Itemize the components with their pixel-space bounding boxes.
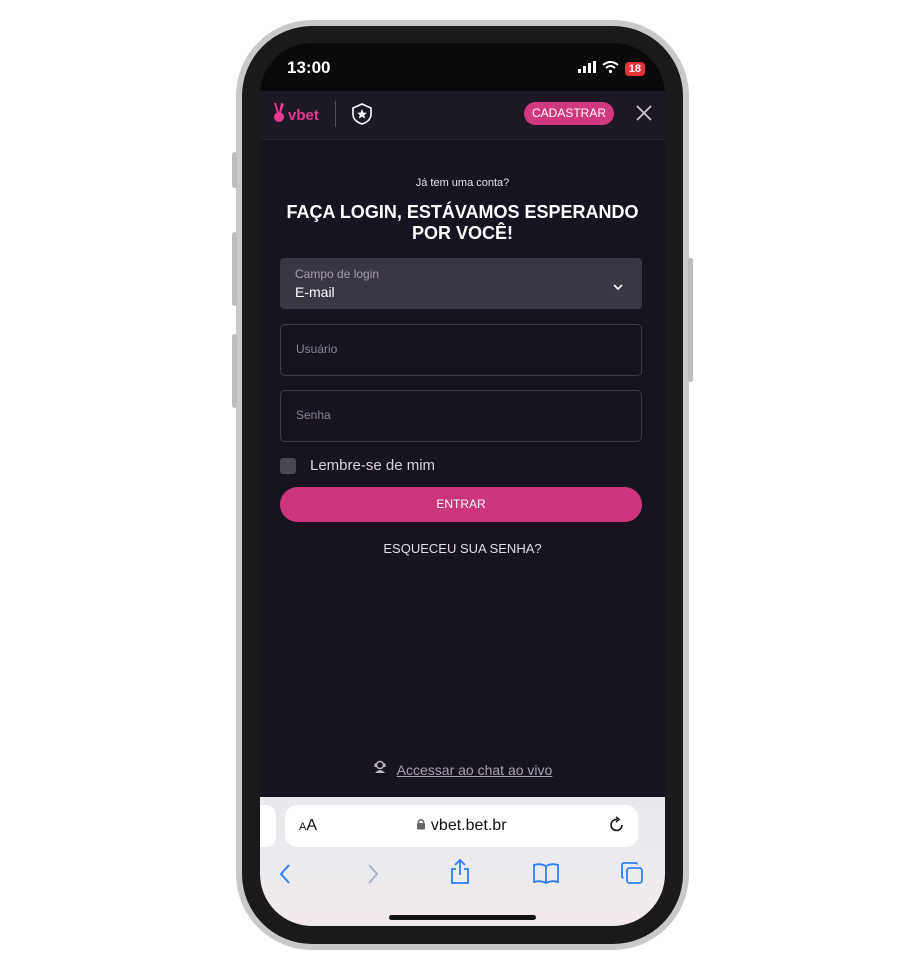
url-label: vbet.bet.br (430, 817, 507, 834)
battery-indicator: 18 (624, 62, 645, 76)
tabs-icon[interactable] (620, 861, 644, 890)
safari-bottom-bar: AA vbet.bet.br (260, 797, 665, 926)
mute-switch (232, 152, 237, 188)
password-field[interactable]: Senha (280, 390, 642, 442)
browser-toolbar (260, 858, 665, 893)
status-time: 13:00 (287, 58, 331, 77)
remember-label: Lembre-se de mim (310, 457, 436, 474)
forward-icon[interactable] (366, 863, 380, 890)
home-indicator[interactable] (389, 915, 536, 920)
register-button[interactable]: CADASTRAR (524, 102, 615, 125)
header-divider (335, 101, 336, 127)
status-icons: 18 (577, 60, 645, 78)
bookmarks-icon[interactable] (532, 862, 560, 889)
logo-text: vbet (288, 107, 319, 124)
previous-tab-card[interactable] (260, 805, 276, 847)
live-chat[interactable]: Accessar ao chat ao vivo (260, 760, 665, 779)
wifi-icon (602, 60, 619, 78)
heading-line-2: POR VOCÊ! (411, 223, 513, 243)
app-header: vbet CADASTRAR (260, 91, 665, 140)
lock-icon (416, 817, 430, 834)
url-text: vbet.bet.br (285, 817, 638, 835)
volume-up-button (232, 232, 237, 306)
back-icon[interactable] (278, 863, 292, 890)
enter-button[interactable]: ENTRAR (280, 487, 642, 522)
vbet-logo[interactable]: vbet (273, 103, 319, 128)
forgot-password-link[interactable]: ESQUECEU SUA SENHA? (260, 541, 665, 556)
signal-icon (577, 60, 596, 78)
login-field-select[interactable]: Campo de login E-mail (280, 258, 642, 309)
address-bar[interactable]: AA vbet.bet.br (285, 805, 638, 847)
live-chat-link[interactable]: Accessar ao chat ao vivo (397, 762, 553, 778)
power-button (688, 258, 693, 382)
login-heading: FAÇA LOGIN, ESTÁVAMOS ESPERANDO POR VOCÊ… (270, 202, 655, 244)
status-bar: 13:00 18 (260, 43, 665, 91)
login-prompt: Já tem uma conta? (415, 177, 510, 189)
heading-line-1: FAÇA LOGIN, ESTÁVAMOS ESPERANDO (286, 202, 639, 222)
chevron-down-icon (612, 278, 624, 296)
share-icon[interactable] (449, 858, 471, 890)
remember-checkbox[interactable] (280, 457, 296, 474)
select-value: E-mail (295, 284, 335, 300)
username-field[interactable]: Usuário (280, 324, 642, 376)
phone-screen: 13:00 18 vbet CADASTRAR Já tem uma conta… (260, 43, 665, 926)
support-agent-icon (373, 760, 387, 779)
volume-down-button (232, 334, 237, 408)
password-placeholder: Senha (296, 408, 331, 422)
select-label: Campo de login (295, 267, 380, 281)
username-placeholder: Usuário (296, 342, 338, 356)
remember-me[interactable]: Lembre-se de mim (280, 457, 435, 474)
crest-icon[interactable] (351, 103, 373, 130)
reload-icon[interactable] (608, 816, 626, 839)
close-icon[interactable] (634, 103, 654, 123)
vbet-logo-icon (273, 103, 285, 128)
